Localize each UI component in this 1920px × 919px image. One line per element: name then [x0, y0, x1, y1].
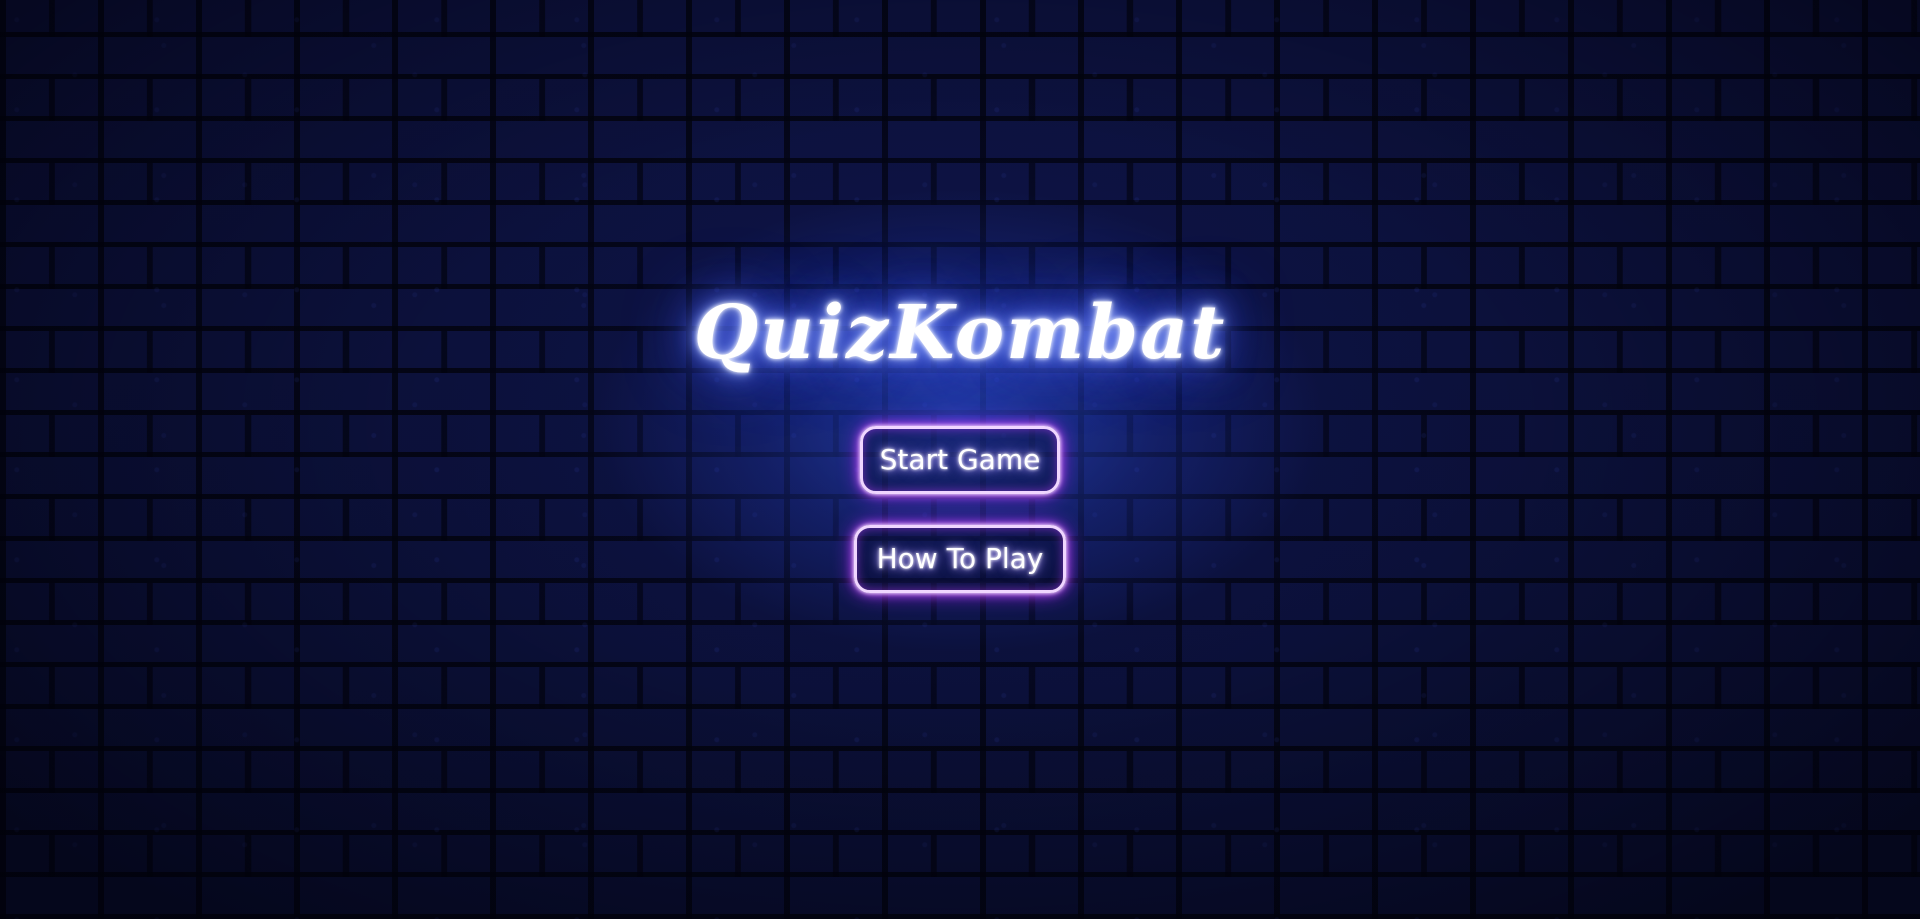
menu-content: QuizKombat Start Game How To Play: [0, 0, 1920, 919]
how-to-play-button[interactable]: How To Play: [854, 525, 1066, 593]
start-game-button[interactable]: Start Game: [860, 426, 1060, 494]
game-title: QuizKombat: [693, 290, 1227, 376]
main-menu-screen: QuizKombat Start Game How To Play: [0, 0, 1920, 919]
